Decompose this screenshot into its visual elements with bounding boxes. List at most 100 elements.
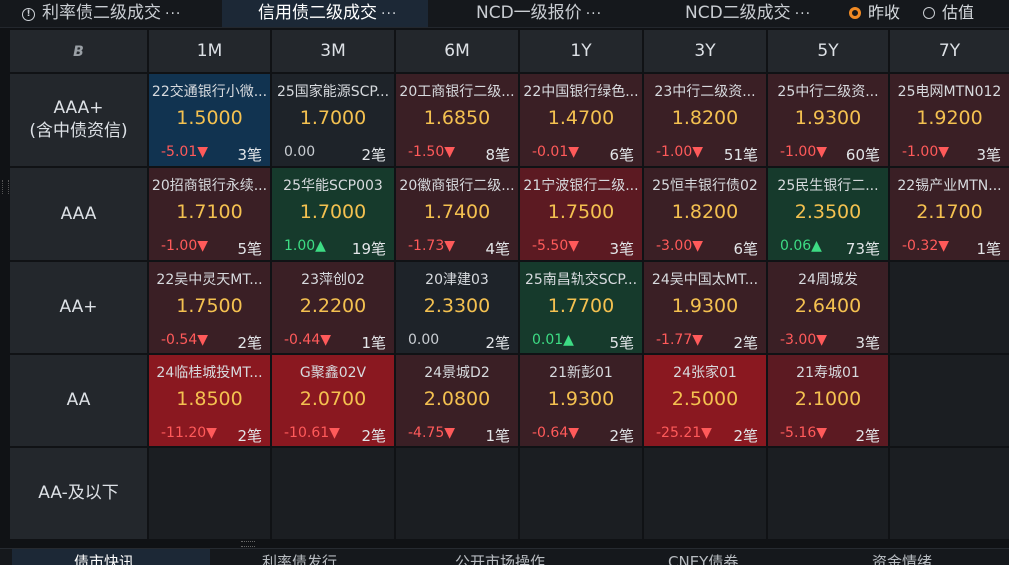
tab-credit-bond-secondary[interactable]: 信用债二级成交 ··· (222, 0, 428, 27)
matrix-cell[interactable]: 22中国银行绿色... 1.4700 -0.01▼ 6笔 (520, 74, 642, 166)
matrix-cell[interactable]: 23萍创02 2.2200 -0.44▼ 1笔 (272, 262, 394, 353)
matrix-cell[interactable]: 23中行二级资... 1.8200 -1.00▼ 51笔 (644, 74, 766, 166)
matrix-cell[interactable]: 24吴中国太MT... 1.9300 -1.77▼ 2笔 (644, 262, 766, 353)
trade-count: 2笔 (237, 427, 262, 445)
bp-change: -10.61▼ (284, 425, 340, 441)
matrix-cell[interactable]: 21寿城01 2.1000 -5.16▼ 2笔 (768, 355, 888, 446)
column-header-3m[interactable]: 3M (272, 30, 394, 72)
trade-count: 1笔 (976, 240, 1001, 258)
matrix-cell[interactable]: G聚鑫02V 2.0700 -10.61▼ 2笔 (272, 355, 394, 446)
trade-count: 2笔 (237, 334, 262, 352)
column-header-1y[interactable]: 1Y (520, 30, 642, 72)
bp-change: -0.44▼ (284, 332, 331, 348)
matrix-cell[interactable]: 20招商银行永续... 1.7100 -1.00▼ 5笔 (149, 168, 270, 260)
bp-change: -1.00▼ (161, 238, 208, 254)
matrix-cell-empty (890, 355, 1009, 446)
bond-name: 25中行二级资... (777, 84, 879, 100)
radio-selected-icon[interactable] (849, 7, 861, 19)
matrix-cell-empty (768, 448, 888, 539)
bond-yield: 2.0700 (299, 388, 367, 410)
trade-count: 60笔 (845, 146, 880, 164)
matrix-cell-empty (890, 262, 1009, 353)
matrix-cell[interactable]: 24临桂城投MT... 1.8500 -11.20▼ 2笔 (149, 355, 270, 446)
matrix-cell[interactable]: 24景城D2 2.0800 -4.75▼ 1笔 (396, 355, 518, 446)
matrix-cell[interactable]: 25中行二级资... 1.9300 -1.00▼ 60笔 (768, 74, 888, 166)
info-icon[interactable]: ! (22, 8, 35, 21)
bp-change: 0.00 (408, 332, 440, 348)
column-header-6m[interactable]: 6M (396, 30, 518, 72)
bond-name: 23中行二级资... (654, 84, 756, 100)
tab-ncd-secondary[interactable]: NCD二级成交 ··· (685, 0, 835, 27)
matrix-cell[interactable]: 25华能SCP003 1.7000 1.00▲ 19笔 (272, 168, 394, 260)
bond-name: 23萍创02 (301, 272, 365, 288)
bond-name: 24景城D2 (424, 365, 490, 381)
matrix-cell[interactable]: 21新彭01 1.9300 -0.64▼ 2笔 (520, 355, 642, 446)
radio-prev-close[interactable]: 昨收 (849, 0, 900, 27)
bond-yield: 1.7500 (176, 295, 243, 317)
matrix-cell[interactable]: 20徽商银行二级... 1.7400 -1.73▼ 4笔 (396, 168, 518, 260)
matrix-cell[interactable]: 25国家能源SCP... 1.7000 0.00 2笔 (272, 74, 394, 166)
vertical-resize-handle[interactable] (2, 180, 9, 194)
bond-name: 21宁波银行二级... (523, 178, 639, 194)
bp-change: -3.00▼ (780, 332, 827, 348)
matrix-cell[interactable]: 24周城发 2.6400 -3.00▼ 3笔 (768, 262, 888, 353)
column-header-5y[interactable]: 5Y (768, 30, 888, 72)
tab-funding-sentiment[interactable]: 资金情绪 (872, 549, 982, 565)
matrix-cell[interactable]: 21宁波银行二级... 1.7500 -5.50▼ 3笔 (520, 168, 642, 260)
bp-change: -5.16▼ (780, 425, 827, 441)
bond-name: 25恒丰银行债02 (652, 178, 758, 194)
trade-count: 1笔 (485, 427, 510, 445)
bond-yield: 1.9300 (547, 388, 615, 410)
tab-open-market-ops[interactable]: 公开市场操作 (455, 549, 585, 565)
matrix-cell[interactable]: 25恒丰银行债02 1.8200 -3.00▼ 6笔 (644, 168, 766, 260)
trade-count: 2笔 (609, 427, 634, 445)
bond-name: 25国家能源SCP... (276, 84, 390, 100)
bond-name: 21寿城01 (796, 365, 860, 381)
horizontal-resize-handle[interactable] (241, 541, 255, 547)
tab-ncd-primary-quote[interactable]: NCD一级报价 ··· (476, 0, 636, 27)
bond-name: 20津建03 (425, 272, 489, 288)
radio-valuation[interactable]: 估值 (923, 0, 974, 27)
matrix-cell[interactable]: 25电网MTN012 1.9200 -1.00▼ 3笔 (890, 74, 1009, 166)
trade-count: 2笔 (733, 427, 758, 445)
bond-yield: 2.3500 (794, 201, 862, 223)
matrix-cell[interactable]: 22吴中灵天MT... 1.7500 -0.54▼ 2笔 (149, 262, 270, 353)
matrix-cell[interactable]: 20工商银行二级... 1.6850 -1.50▼ 8笔 (396, 74, 518, 166)
rating-label: AA+ (59, 297, 98, 317)
bond-name: 24张家01 (673, 365, 737, 381)
row-header-text: AA (67, 389, 91, 412)
tab-bond-news[interactable]: 债市快讯 (12, 549, 210, 565)
bp-change: 0.06▲ (780, 238, 822, 254)
trade-count: 2笔 (733, 334, 758, 352)
radio-unselected-icon[interactable] (923, 7, 935, 19)
trade-count: 5笔 (609, 334, 634, 352)
more-icon[interactable]: ··· (381, 6, 397, 22)
matrix-cell[interactable]: 22交通银行小微... 1.5000 -5.01▼ 3笔 (149, 74, 270, 166)
bp-change: -0.01▼ (532, 144, 579, 160)
matrix-cell[interactable]: 20津建03 2.3300 0.00 2笔 (396, 262, 518, 353)
tab-cney-bond[interactable]: CNEY债券 (668, 549, 778, 565)
tab-label: 利率债二级成交 (42, 3, 161, 23)
trade-count: 8笔 (485, 146, 510, 164)
bond-yield: 1.8200 (671, 107, 739, 129)
bp-change: -0.64▼ (532, 425, 579, 441)
bond-yield: 2.5000 (671, 388, 739, 410)
column-header-1m[interactable]: 1M (149, 30, 270, 72)
more-icon[interactable]: ··· (795, 6, 811, 22)
bp-change: -1.00▼ (656, 144, 703, 160)
bond-yield: 1.8500 (176, 388, 243, 410)
tab-rates-bond-issuance[interactable]: 利率债发行 (262, 549, 372, 565)
tab-rates-bond-secondary[interactable]: ! 利率债二级成交 ··· (22, 0, 218, 27)
bottom-tab-bar: 债市快讯 利率债发行 公开市场操作 CNEY债券 资金情绪 (0, 548, 1009, 565)
trade-count: 3笔 (855, 334, 880, 352)
matrix-cell[interactable]: 25南昌轨交SCP... 1.7700 0.01▲ 5笔 (520, 262, 642, 353)
bond-name: 25民生银行二... (777, 178, 879, 194)
matrix-cell[interactable]: 22锡产业MTN... 2.1700 -0.32▼ 1笔 (890, 168, 1009, 260)
column-header-3y[interactable]: 3Y (644, 30, 766, 72)
column-header-7y[interactable]: 7Y (890, 30, 1009, 72)
matrix-cell[interactable]: 24张家01 2.5000 -25.21▼ 2笔 (644, 355, 766, 446)
more-icon[interactable]: ··· (586, 6, 602, 22)
row-header-text: AA-及以下 (38, 482, 119, 505)
matrix-cell[interactable]: 25民生银行二... 2.3500 0.06▲ 73笔 (768, 168, 888, 260)
more-icon[interactable]: ··· (165, 6, 181, 22)
